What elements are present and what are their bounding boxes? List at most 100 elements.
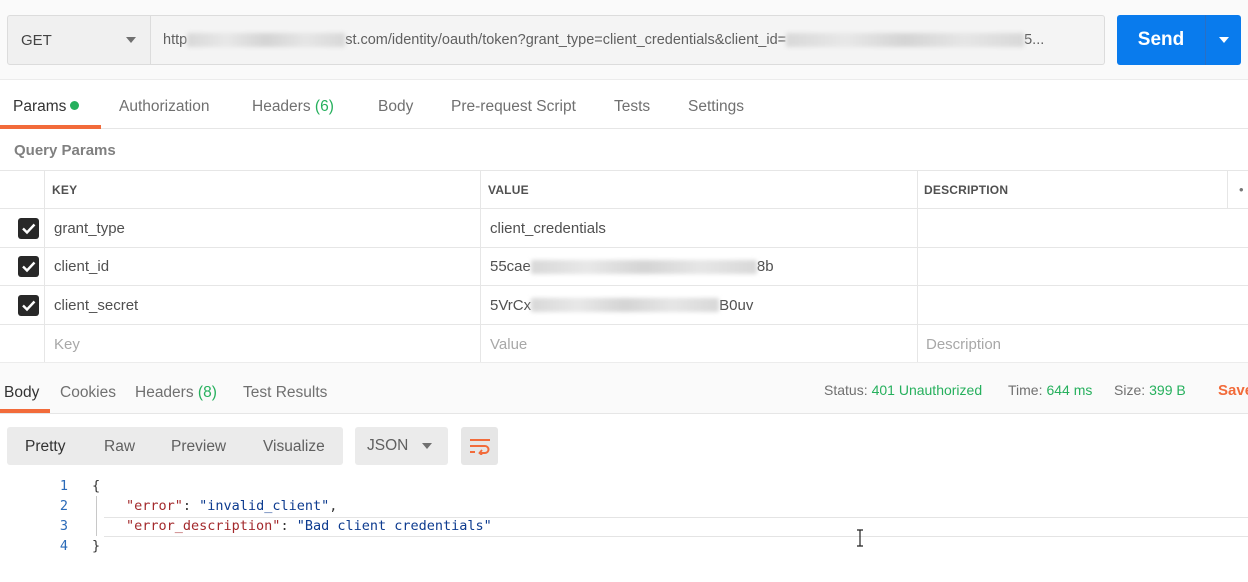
column-key: KEY [52, 182, 78, 197]
method-label: GET [21, 31, 52, 49]
tab-settings[interactable]: Settings [688, 98, 744, 116]
code-text: { [92, 478, 101, 494]
row-checkbox[interactable] [18, 295, 39, 316]
json-separator: : [182, 498, 200, 514]
param-key[interactable]: client_secret [54, 286, 138, 324]
tab-label: Tests [614, 98, 651, 115]
chevron-down-icon [126, 37, 136, 43]
line-number: 4 [59, 538, 68, 554]
new-value-input[interactable]: Value [490, 325, 527, 363]
save-response-button[interactable]: Save [1218, 382, 1248, 399]
tab-params[interactable]: Params [13, 98, 80, 116]
active-dot-icon [70, 101, 80, 110]
param-value-prefix: 5VrCx [490, 296, 532, 314]
send-options-button[interactable] [1206, 37, 1241, 43]
code-text: "error_description": "Bad client credent… [126, 516, 492, 536]
status-info: Status: 401 Unauthorized [824, 382, 982, 398]
url-input[interactable]: http st.com/identity/oauth/token?grant_t… [151, 15, 1105, 65]
param-value[interactable]: 5VrCx B0uv [490, 286, 753, 324]
time-value: 644 ms [1046, 382, 1093, 398]
send-button[interactable]: Send [1117, 15, 1241, 65]
table-row: grant_type client_credentials [0, 209, 1248, 248]
time-info: Time: 644 ms [1008, 382, 1092, 398]
text-cursor-icon [857, 529, 863, 547]
method-select[interactable]: GET [7, 15, 151, 65]
format-pretty-button[interactable]: Pretty [25, 438, 65, 456]
code-text: "error": "invalid_client", [126, 496, 337, 516]
tab-test-results[interactable]: Test Results [243, 384, 327, 402]
request-tabs: Params Authorization Headers (6) Body Pr… [0, 80, 1248, 129]
line-number: 1 [59, 478, 68, 494]
wrap-lines-button[interactable] [461, 427, 498, 465]
redacted-value [531, 298, 720, 312]
tab-label: Cookies [60, 384, 116, 401]
wrap-lines-icon [469, 439, 490, 455]
new-description-input[interactable]: Description [926, 325, 1001, 363]
tab-response-headers[interactable]: Headers (8) [135, 384, 217, 402]
param-key[interactable]: client_id [54, 248, 109, 285]
code-line: 4 } [0, 536, 1248, 556]
new-key-input[interactable]: Key [54, 325, 80, 363]
row-checkbox[interactable] [18, 218, 39, 239]
param-value-prefix: 55cae [490, 258, 531, 275]
table-row: client_id 55cae 8b [0, 248, 1248, 286]
format-visualize-button[interactable]: Visualize [263, 438, 325, 456]
tab-tests[interactable]: Tests [614, 98, 650, 116]
tab-count: (8) [197, 384, 217, 401]
json-value: "Bad client credentials" [296, 518, 492, 534]
row-checkbox[interactable] [18, 256, 39, 277]
line-number: 2 [59, 498, 68, 514]
tab-label: Test Results [243, 384, 328, 401]
param-value-suffix: 8b [756, 258, 774, 275]
param-key[interactable]: grant_type [54, 209, 125, 247]
code-line: 1 { [0, 476, 1248, 496]
size-label: Size: [1114, 382, 1146, 398]
code-line: 2 "error": "invalid_client", [0, 496, 1248, 516]
column-value: VALUE [488, 182, 529, 197]
tab-cookies[interactable]: Cookies [60, 384, 116, 402]
tab-count: (6) [314, 98, 334, 115]
format-toggle-group: Pretty Raw Preview Visualize [7, 427, 343, 465]
redacted-client-id [786, 33, 1025, 47]
redacted-host [187, 33, 346, 47]
tab-body[interactable]: Body [378, 98, 413, 116]
json-comma: , [329, 498, 338, 514]
column-description: DESCRIPTION [924, 182, 1009, 197]
tab-label: Headers [135, 384, 194, 401]
tab-label: Params [13, 98, 67, 115]
table-row: client_secret 5VrCx B0uv [0, 286, 1248, 325]
tab-label: Headers [252, 98, 311, 115]
query-params-title: Query Params [14, 142, 116, 159]
param-value[interactable]: client_credentials [490, 209, 606, 247]
line-number: 3 [59, 518, 68, 534]
language-select[interactable]: JSON [355, 427, 448, 465]
url-text: st.com/identity/oauth/token?grant_type=c… [345, 32, 787, 48]
param-value[interactable]: 55cae 8b [490, 248, 774, 285]
tab-headers[interactable]: Headers (6) [252, 98, 334, 116]
table-row-new: Key Value Description [0, 325, 1248, 363]
caret-down-icon [1218, 37, 1229, 43]
tab-label: Authorization [119, 98, 210, 115]
json-key: "error" [126, 498, 183, 514]
param-value-text: client_credentials [490, 219, 606, 237]
redacted-value [530, 259, 757, 274]
tab-response-body[interactable]: Body [4, 384, 39, 402]
size-info: Size: 399 B [1114, 382, 1186, 398]
format-raw-button[interactable]: Raw [104, 438, 135, 456]
code-text: } [92, 538, 101, 554]
active-tab-indicator [0, 125, 101, 129]
tab-pre-request-script[interactable]: Pre-request Script [451, 98, 576, 116]
send-label: Send [1137, 29, 1185, 50]
url-suffix: 5... [1024, 32, 1045, 48]
tab-authorization[interactable]: Authorization [119, 98, 209, 116]
more-options-icon[interactable]: • [1239, 171, 1244, 208]
tab-label: Pre-request Script [451, 98, 576, 115]
json-key: "error_description" [126, 518, 281, 534]
format-preview-button[interactable]: Preview [171, 438, 226, 456]
status-label: Status: [824, 382, 868, 398]
tab-label: Body [378, 98, 414, 115]
json-value: "invalid_client" [199, 498, 330, 514]
response-bar: Body Cookies Headers (8) Test Results St… [0, 362, 1248, 414]
time-label: Time: [1008, 382, 1043, 398]
size-value: 399 B [1149, 382, 1186, 398]
